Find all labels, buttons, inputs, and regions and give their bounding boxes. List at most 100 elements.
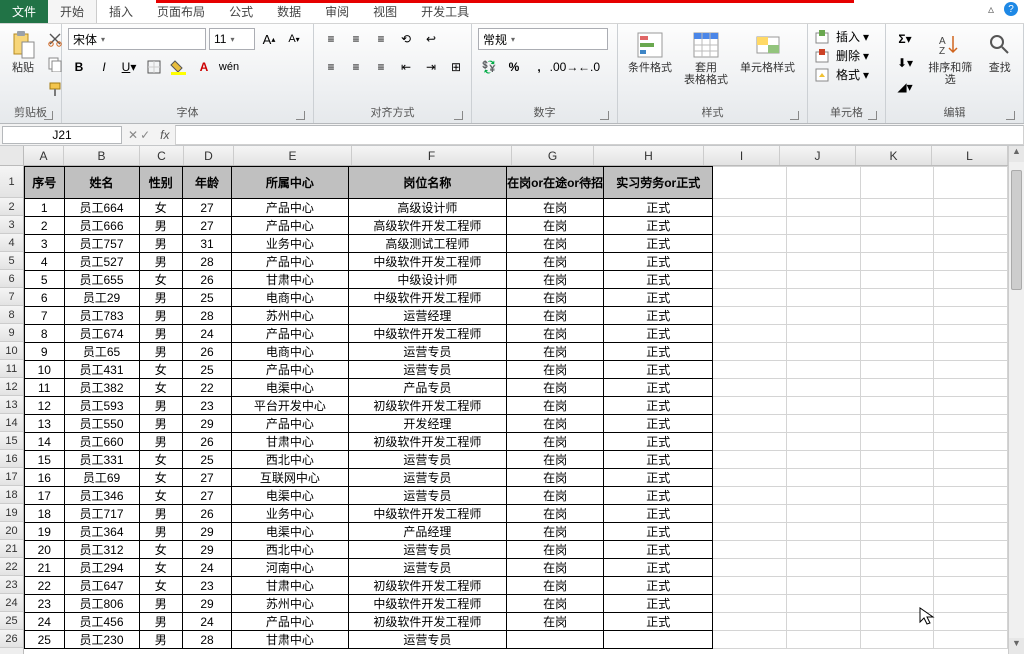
cell[interactable]: 在岗	[507, 289, 604, 307]
cell[interactable]: 初级软件开发工程师	[348, 613, 506, 631]
row-header-6[interactable]: 6	[0, 270, 23, 288]
row-header-16[interactable]: 16	[0, 450, 23, 468]
cell[interactable]: 正式	[604, 487, 713, 505]
cell[interactable]: 男	[139, 523, 182, 541]
cell[interactable]: 运营专员	[348, 559, 506, 577]
cell[interactable]: 甘肃中心	[232, 631, 349, 649]
cell[interactable]: 正式	[604, 577, 713, 595]
cell[interactable]: 正式	[604, 343, 713, 361]
cell[interactable]: 正式	[604, 289, 713, 307]
tab-数据[interactable]: 数据	[265, 0, 313, 23]
fx-icon[interactable]: fx	[154, 128, 175, 142]
cell[interactable]: 平台开发中心	[232, 397, 349, 415]
cell[interactable]: 中级设计师	[348, 271, 506, 289]
cell[interactable]: 员工655	[64, 271, 139, 289]
table-row[interactable]: 10员工431女25产品中心运营专员在岗正式	[25, 361, 1008, 379]
table-row[interactable]: 24员工456男24产品中心初级软件开发工程师在岗正式	[25, 613, 1008, 631]
table-row[interactable]: 8员工674男24产品中心中级软件开发工程师在岗正式	[25, 325, 1008, 343]
cell[interactable]: 女	[139, 559, 182, 577]
cell[interactable]: 员工456	[64, 613, 139, 631]
scroll-down-icon[interactable]: ▼	[1009, 638, 1024, 654]
cell[interactable]: 3	[25, 235, 65, 253]
increase-decimal-icon[interactable]: .00→	[553, 56, 575, 78]
cell[interactable]: 14	[25, 433, 65, 451]
cell[interactable]: 10	[25, 361, 65, 379]
cell[interactable]: 13	[25, 415, 65, 433]
col-header-F[interactable]: F	[352, 146, 512, 165]
cell[interactable]: 男	[139, 433, 182, 451]
cell[interactable]: 甘肃中心	[232, 271, 349, 289]
align-top-icon[interactable]: ≡	[320, 28, 342, 50]
cell[interactable]: 正式	[604, 253, 713, 271]
cell[interactable]: 在岗	[507, 325, 604, 343]
find-select-button[interactable]: 查找	[983, 28, 1017, 76]
cell[interactable]: 26	[182, 343, 231, 361]
cell[interactable]: 23	[25, 595, 65, 613]
cell[interactable]: 在岗	[507, 253, 604, 271]
cell[interactable]: 女	[139, 361, 182, 379]
row-header-3[interactable]: 3	[0, 216, 23, 234]
cell[interactable]: 正式	[604, 325, 713, 343]
row-header-15[interactable]: 15	[0, 432, 23, 450]
row-header-23[interactable]: 23	[0, 576, 23, 594]
cell[interactable]: 在岗	[507, 271, 604, 289]
col-header-J[interactable]: J	[780, 146, 856, 165]
cell[interactable]: 在岗	[507, 613, 604, 631]
cell[interactable]: 正式	[604, 217, 713, 235]
cell[interactable]: 在岗	[507, 235, 604, 253]
cell[interactable]: 27	[182, 199, 231, 217]
cell[interactable]: 正式	[604, 433, 713, 451]
increase-font-icon[interactable]: A▴	[258, 28, 280, 50]
cell[interactable]: 女	[139, 487, 182, 505]
cell[interactable]: 27	[182, 487, 231, 505]
cell[interactable]: 正式	[604, 379, 713, 397]
increase-indent-icon[interactable]: ⇥	[420, 56, 442, 78]
cell[interactable]: 在岗	[507, 451, 604, 469]
wrap-text-icon[interactable]: ↩	[420, 28, 442, 50]
cell[interactable]: 员工527	[64, 253, 139, 271]
cell[interactable]: 正式	[604, 361, 713, 379]
cell[interactable]: 产品中心	[232, 613, 349, 631]
cell[interactable]: 正式	[604, 415, 713, 433]
cell[interactable]: 12	[25, 397, 65, 415]
cell[interactable]: 正式	[604, 271, 713, 289]
cell[interactable]: 高级软件开发工程师	[348, 217, 506, 235]
cell[interactable]: 27	[182, 469, 231, 487]
cell[interactable]: 在岗	[507, 343, 604, 361]
row-header-20[interactable]: 20	[0, 522, 23, 540]
cell[interactable]: 28	[182, 307, 231, 325]
conditional-format-button[interactable]: 条件格式	[624, 28, 676, 76]
cell[interactable]: 29	[182, 415, 231, 433]
cell[interactable]: 产品中心	[232, 325, 349, 343]
underline-button[interactable]: U▾	[118, 56, 140, 78]
cell[interactable]: 9	[25, 343, 65, 361]
decrease-decimal-icon[interactable]: ←.0	[578, 56, 600, 78]
cell[interactable]: 26	[182, 271, 231, 289]
tab-file[interactable]: 文件	[0, 0, 48, 23]
cell[interactable]: 运营专员	[348, 469, 506, 487]
row-header-7[interactable]: 7	[0, 288, 23, 306]
row-header-8[interactable]: 8	[0, 306, 23, 324]
cell[interactable]: 正式	[604, 541, 713, 559]
cell[interactable]: 中级软件开发工程师	[348, 253, 506, 271]
scroll-thumb[interactable]	[1011, 170, 1022, 290]
cell[interactable]: 中级软件开发工程师	[348, 505, 506, 523]
cell[interactable]: 25	[25, 631, 65, 649]
cell[interactable]: 22	[182, 379, 231, 397]
table-row[interactable]: 14员工660男26甘肃中心初级软件开发工程师在岗正式	[25, 433, 1008, 451]
cell[interactable]: 在岗	[507, 577, 604, 595]
cell[interactable]: 中级软件开发工程师	[348, 325, 506, 343]
cell[interactable]: 产品中心	[232, 199, 349, 217]
cancel-formula-icon[interactable]: ✕	[128, 128, 138, 142]
cell[interactable]: 31	[182, 235, 231, 253]
cell[interactable]: 在岗	[507, 487, 604, 505]
cell[interactable]: 男	[139, 217, 182, 235]
table-row[interactable]: 20员工312女29西北中心运营专员在岗正式	[25, 541, 1008, 559]
table-row[interactable]: 7员工783男28苏州中心运营经理在岗正式	[25, 307, 1008, 325]
font-color-button[interactable]: A	[193, 56, 215, 78]
cell[interactable]: 员工431	[64, 361, 139, 379]
col-header-L[interactable]: L	[932, 146, 1008, 165]
cell[interactable]: 女	[139, 271, 182, 289]
decrease-indent-icon[interactable]: ⇤	[395, 56, 417, 78]
cell[interactable]: 27	[182, 217, 231, 235]
